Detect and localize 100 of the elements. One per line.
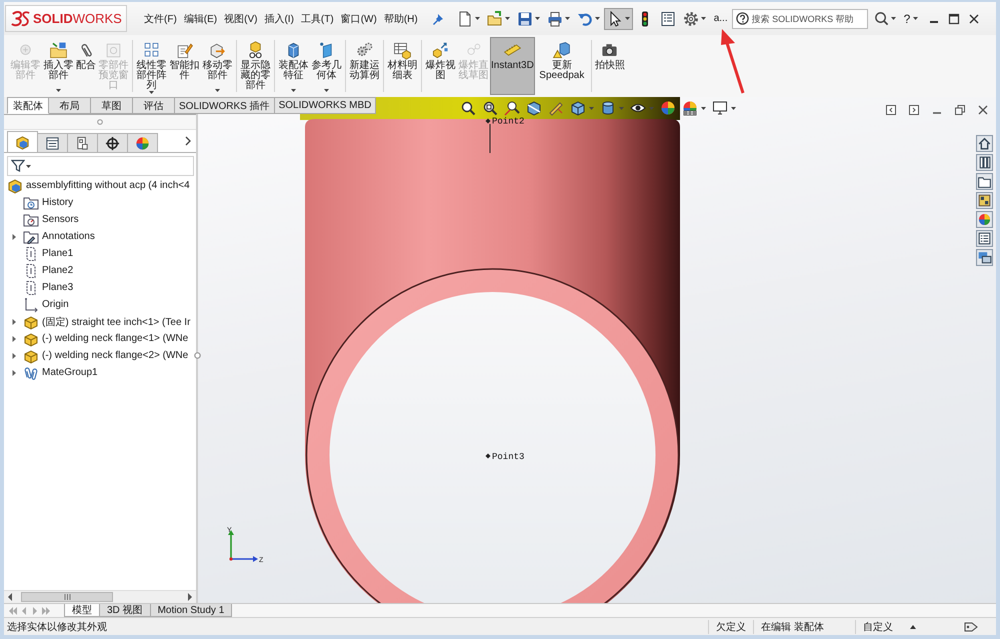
ribbon-button[interactable]: 拍快照 xyxy=(594,37,626,95)
menu-item[interactable]: 帮助(H) xyxy=(384,12,418,26)
toolbar-button[interactable] xyxy=(604,8,633,30)
tab[interactable]: 布局 xyxy=(49,97,91,114)
logo-text: SOLIDWORKS xyxy=(33,11,122,26)
tree-item[interactable]: assemblyfitting without acp (4 inch<4 xyxy=(4,177,191,194)
ribbon-button[interactable]: Instant3D xyxy=(490,37,535,95)
document-title[interactable]: a... xyxy=(714,13,728,24)
caret-icon xyxy=(913,17,918,20)
crosshair-icon xyxy=(105,136,120,150)
part-icon xyxy=(23,314,39,330)
color-ball-icon[interactable] xyxy=(976,211,993,228)
menu-item[interactable]: 插入(I) xyxy=(264,12,294,26)
folder-icon[interactable] xyxy=(976,173,993,190)
tab[interactable]: SOLIDWORKS 插件 xyxy=(175,97,275,114)
tab[interactable]: 模型 xyxy=(64,604,100,617)
status-field: 自定义 xyxy=(855,620,900,634)
menu-item[interactable]: 工具(T) xyxy=(300,12,334,26)
caret-up-icon[interactable] xyxy=(910,624,916,628)
panel-right-icon[interactable] xyxy=(908,104,920,116)
close-icon[interactable] xyxy=(977,104,989,116)
help-button[interactable]: ? xyxy=(902,12,920,26)
chevron-right-icon[interactable] xyxy=(185,136,191,146)
ribbon-button[interactable]: 装配体特征 xyxy=(277,37,310,95)
pin-icon[interactable] xyxy=(432,12,444,24)
menu-item[interactable]: 文件(F) xyxy=(144,12,177,26)
grip-lines-icon xyxy=(64,594,70,600)
status-field: 欠定义 xyxy=(708,620,754,634)
home-icon[interactable] xyxy=(976,135,993,152)
axis-triad-icon xyxy=(228,530,258,562)
close-icon[interactable] xyxy=(968,12,980,24)
magnifier-icon[interactable] xyxy=(460,100,476,116)
ribbon-button[interactable]: 新建运动算例 xyxy=(348,37,381,95)
tree-item[interactable]: (-) welding neck flange<2> (WNe xyxy=(4,347,190,364)
tree-item[interactable]: Sensors xyxy=(4,211,80,228)
tree-item[interactable]: Plane3 xyxy=(4,279,74,296)
tree-item[interactable]: (固定) straight tee inch<1> (Tee Ir xyxy=(4,313,192,330)
ribbon-button[interactable]: 显示隐藏的零部件 xyxy=(239,37,272,95)
grip-dot-icon[interactable] xyxy=(194,352,201,359)
part-icon xyxy=(23,330,39,346)
color-ball-icon[interactable] xyxy=(660,100,676,116)
tree-item[interactable]: Plane2 xyxy=(4,262,74,279)
tab[interactable]: Motion Study 1 xyxy=(150,604,232,617)
menu-item[interactable]: 编辑(E) xyxy=(184,12,218,26)
image-tiles-icon[interactable] xyxy=(976,192,993,209)
tree-item[interactable]: Plane1 xyxy=(4,245,74,262)
tab[interactable]: 装配体 xyxy=(7,97,49,114)
ribbon-button[interactable]: 线性零部件阵列 xyxy=(135,37,168,95)
pencil-icon[interactable] xyxy=(548,100,564,116)
ribbon-button[interactable]: 配合 xyxy=(75,37,97,95)
paperclips-icon xyxy=(23,364,39,380)
color-ball-checker-icon[interactable] xyxy=(682,100,698,116)
scrollbar-thumb[interactable] xyxy=(21,592,113,602)
tab[interactable]: 草图 xyxy=(91,97,133,114)
monitor-icon[interactable] xyxy=(712,100,728,116)
caret-icon[interactable] xyxy=(701,106,706,110)
restore-icon[interactable] xyxy=(954,104,966,116)
tab[interactable]: 评估 xyxy=(133,97,175,114)
panel-tab[interactable] xyxy=(37,133,68,152)
ribbon-button[interactable]: 爆炸视图 xyxy=(424,37,457,95)
cubes-icon xyxy=(15,134,30,150)
caret-icon[interactable] xyxy=(731,106,736,110)
search-field[interactable]: 搜索 SOLIDWORKS 帮助 xyxy=(732,8,868,28)
ribbon-button[interactable]: 更新Speedpak xyxy=(534,37,589,95)
ribbon-button[interactable]: 智能扣件 xyxy=(168,37,201,95)
filter-icon xyxy=(11,159,25,173)
logo-swoosh-icon xyxy=(11,10,31,27)
ribbon-button[interactable]: 插入零部件 xyxy=(42,37,75,95)
tag-icon[interactable] xyxy=(964,620,978,632)
filter-field[interactable] xyxy=(7,156,194,176)
list-icon[interactable] xyxy=(976,230,993,247)
table-icon xyxy=(393,41,412,60)
right-arrow-icon xyxy=(187,593,193,601)
search-icon[interactable] xyxy=(874,11,889,26)
menu-item[interactable]: 窗口(W) xyxy=(340,12,377,26)
panel-left-icon[interactable] xyxy=(885,104,897,116)
ribbon-button[interactable]: 材料明细表 xyxy=(386,37,419,95)
tree-item[interactable]: History xyxy=(4,194,74,211)
tree-item[interactable]: (-) welding neck flange<1> (WNe xyxy=(4,330,190,347)
panel-tab[interactable] xyxy=(97,133,128,152)
tab[interactable]: 3D 视图 xyxy=(100,604,151,617)
magnifier-square-icon[interactable] xyxy=(482,100,498,116)
help-circle-icon xyxy=(736,12,749,25)
horizontal-scrollbar[interactable] xyxy=(4,590,196,603)
tree-item[interactable]: MateGroup1 xyxy=(4,364,99,381)
caret-icon[interactable] xyxy=(890,17,896,20)
tab[interactable]: SOLIDWORKS MBD xyxy=(274,97,376,114)
tree-item[interactable]: Annotations xyxy=(4,228,96,245)
ribbon-button[interactable]: 移动零部件 xyxy=(201,37,234,95)
maximize-icon[interactable] xyxy=(948,12,960,24)
cylinder-icon[interactable] xyxy=(600,100,616,116)
tree-item[interactable]: Origin xyxy=(4,296,70,313)
books-icon[interactable] xyxy=(976,154,993,171)
ribbon-button[interactable]: 参考几何体 xyxy=(310,37,343,95)
menu-item[interactable]: 视图(V) xyxy=(224,12,258,26)
folder-gauge-icon xyxy=(23,212,39,228)
grip-dot-icon[interactable] xyxy=(97,119,103,125)
chat-bubbles-icon[interactable] xyxy=(976,249,993,266)
magnifier-arrow-icon[interactable] xyxy=(504,100,520,116)
panel-tab[interactable] xyxy=(67,133,98,152)
